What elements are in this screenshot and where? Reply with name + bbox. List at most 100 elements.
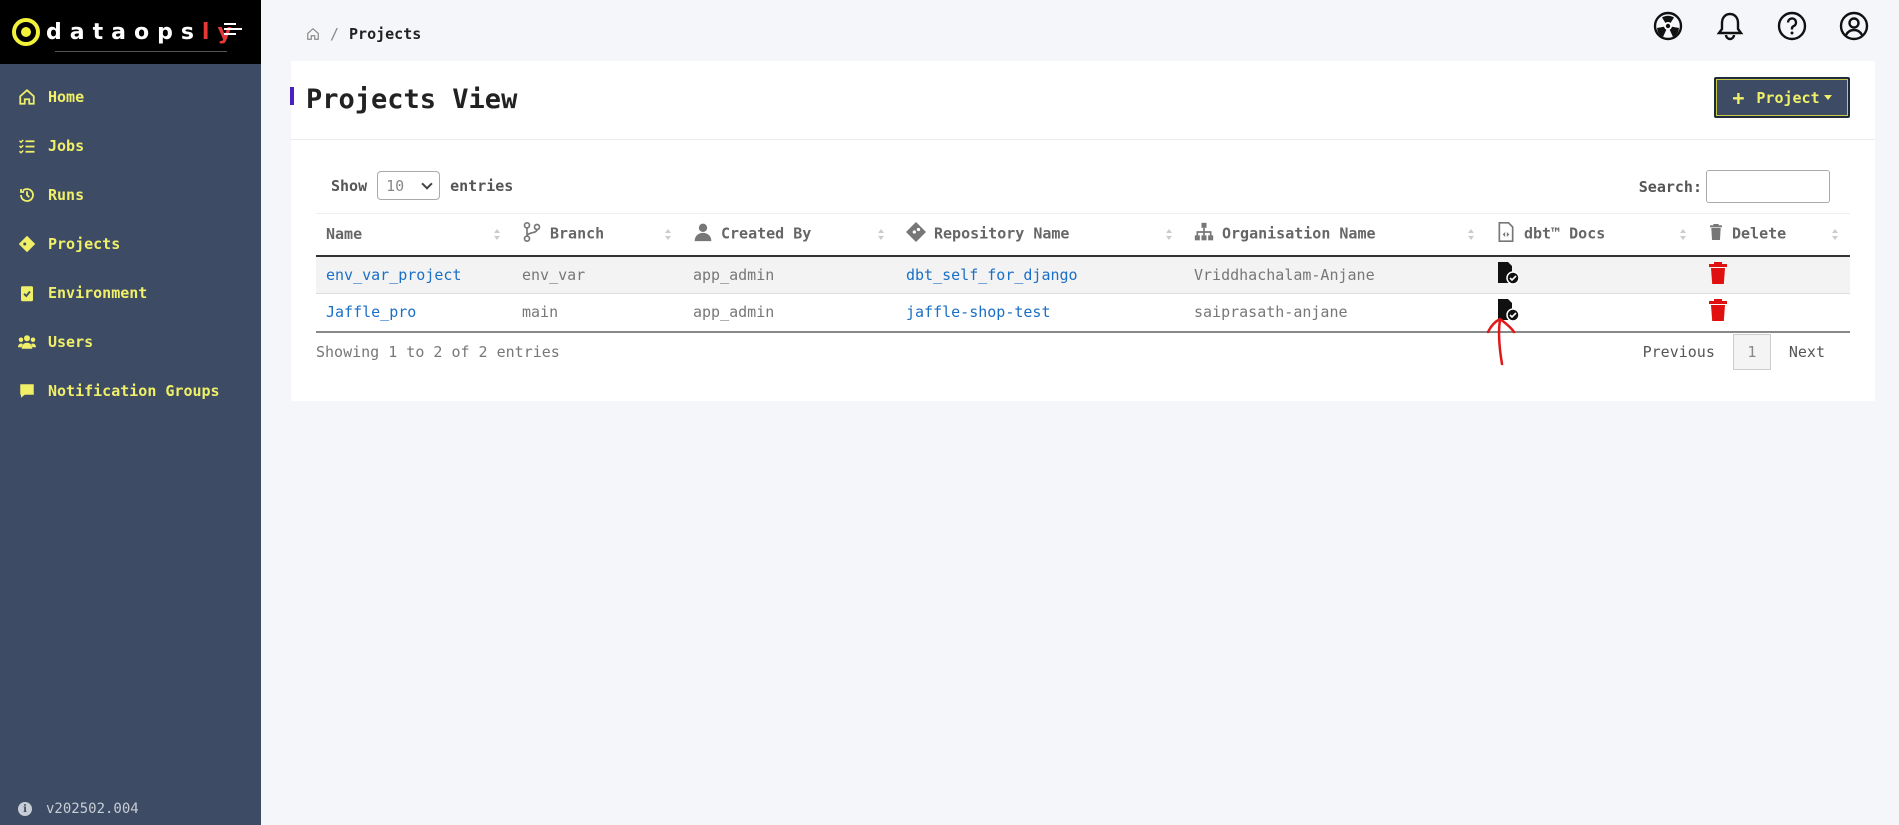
project-link[interactable]: Jaffle_pro xyxy=(326,303,416,321)
dbt-docs-icon[interactable] xyxy=(1496,261,1520,285)
previous-button[interactable]: Previous xyxy=(1631,343,1727,361)
column-label: Organisation Name xyxy=(1222,224,1376,243)
radiation-icon[interactable] xyxy=(1653,11,1683,41)
sidebar-item-home[interactable]: Home xyxy=(0,72,261,121)
trash-icon xyxy=(1708,223,1724,245)
brand-name: dataopsly xyxy=(46,19,240,45)
cell-organisation: Vriddhachalam-Anjane xyxy=(1184,255,1486,294)
cell-repository: jaffle-shop-test xyxy=(896,293,1184,333)
cell-organisation: saiprasath-anjane xyxy=(1184,293,1486,333)
cell-branch: env_var xyxy=(512,255,683,294)
users-icon xyxy=(18,333,36,351)
cell-name: env_var_project xyxy=(316,255,512,294)
column-label: Created By xyxy=(721,224,812,243)
git-icon xyxy=(906,222,926,246)
column-header-name[interactable]: Name xyxy=(316,213,512,257)
user-icon xyxy=(693,222,713,246)
column-header-branch[interactable]: Branch xyxy=(512,213,683,257)
sidebar-item-projects[interactable]: Projects xyxy=(0,219,261,268)
sidebar-item-label: Runs xyxy=(48,185,85,204)
column-header-organisation-name[interactable]: Organisation Name xyxy=(1184,213,1486,257)
cell-name: Jaffle_pro xyxy=(316,293,512,333)
header-actions xyxy=(1653,11,1869,41)
entries-label: entries xyxy=(450,176,514,195)
column-label: Delete xyxy=(1732,224,1787,243)
repository-link[interactable]: jaffle-shop-test xyxy=(906,303,1051,321)
pagination: Previous 1 Next xyxy=(1631,334,1837,370)
cell-created-by: app_admin xyxy=(683,255,896,294)
table-row: env_var_project env_var app_admin dbt_se… xyxy=(316,255,1850,294)
page-button[interactable]: 1 xyxy=(1732,334,1771,370)
clipboard-check-icon xyxy=(18,284,36,302)
column-label: Branch xyxy=(550,224,605,243)
table-row: Jaffle_pro main app_admin jaffle-shop-te… xyxy=(316,293,1850,333)
sidebar-item-environment[interactable]: Environment xyxy=(0,268,261,317)
cell-delete xyxy=(1698,293,1850,333)
sort-icon xyxy=(1166,229,1172,241)
list-check-icon xyxy=(18,137,36,155)
projects-table: Name Branch Created By Repository Name O… xyxy=(316,213,1850,333)
cell-branch: main xyxy=(512,293,683,333)
search-input[interactable] xyxy=(1706,170,1830,203)
breadcrumb-separator: / xyxy=(330,25,340,43)
breadcrumb-current: Projects xyxy=(349,25,422,43)
sort-icon xyxy=(494,229,500,241)
info-icon: i xyxy=(18,802,32,816)
plus-icon: + xyxy=(1732,85,1745,110)
show-label: Show xyxy=(331,176,368,195)
dbt-docs-icon[interactable] xyxy=(1496,298,1520,322)
search-label: Search: xyxy=(1638,177,1702,196)
cell-repository: dbt_self_for_django xyxy=(896,255,1184,294)
breadcrumb-home-icon[interactable] xyxy=(306,27,320,41)
sitemap-icon xyxy=(1194,222,1214,246)
delete-icon[interactable] xyxy=(1708,299,1728,322)
cell-created-by: app_admin xyxy=(683,293,896,333)
column-header-created-by[interactable]: Created By xyxy=(683,213,896,257)
column-label: dbt™ Docs xyxy=(1524,224,1606,243)
brand-bar: dataopsly xyxy=(0,0,261,64)
home-icon xyxy=(18,88,36,106)
sidebar-item-jobs[interactable]: Jobs xyxy=(0,121,261,170)
help-icon[interactable] xyxy=(1777,11,1807,41)
table-header-row: Name Branch Created By Repository Name O… xyxy=(316,213,1850,257)
sidebar-item-label: Users xyxy=(48,332,94,351)
code-branch-icon xyxy=(522,222,542,246)
column-header-repository-name[interactable]: Repository Name xyxy=(896,213,1184,257)
column-header-dbt-docs[interactable]: dbt™ Docs xyxy=(1486,213,1698,257)
app-version: i v202502.004 xyxy=(18,801,139,817)
user-circle-icon[interactable] xyxy=(1839,11,1869,41)
brand-logo[interactable]: dataopsly xyxy=(12,18,240,46)
next-button[interactable]: Next xyxy=(1777,343,1837,361)
search-control: Search: xyxy=(1639,170,1830,203)
chevron-down-icon xyxy=(421,178,433,190)
column-header-delete[interactable]: Delete xyxy=(1698,213,1850,257)
add-project-label: Project xyxy=(1756,88,1820,107)
sort-icon xyxy=(665,229,671,241)
sidebar-item-label: Jobs xyxy=(48,136,85,155)
add-project-button[interactable]: + Project xyxy=(1714,77,1850,118)
sidebar-item-users[interactable]: Users xyxy=(0,317,261,366)
sidebar-item-label: Home xyxy=(48,87,85,106)
column-label: Repository Name xyxy=(934,224,1070,243)
comment-icon xyxy=(18,382,36,400)
delete-icon[interactable] xyxy=(1708,261,1728,284)
brand-divider xyxy=(55,51,227,52)
entries-value: 10 xyxy=(386,176,405,195)
sidebar-item-label: Notification Groups xyxy=(48,381,220,400)
sidebar-item-notification-groups[interactable]: Notification Groups xyxy=(0,366,261,415)
entries-select[interactable]: 10 xyxy=(377,171,441,200)
cell-delete xyxy=(1698,255,1850,294)
breadcrumb: / Projects xyxy=(306,25,421,43)
logo-mark-icon xyxy=(12,18,40,46)
column-label: Name xyxy=(326,225,363,244)
sidebar-item-label: Environment xyxy=(48,283,148,302)
project-link[interactable]: env_var_project xyxy=(326,266,461,284)
sidebar: dataopsly Home Jobs Runs Projects Enviro… xyxy=(0,0,261,825)
sidebar-toggle-icon[interactable] xyxy=(224,23,242,39)
sort-icon xyxy=(1468,229,1474,241)
page-title: Projects View xyxy=(306,84,518,115)
bell-icon[interactable] xyxy=(1715,11,1745,41)
title-accent xyxy=(290,87,294,105)
repository-link[interactable]: dbt_self_for_django xyxy=(906,266,1078,284)
sidebar-item-runs[interactable]: Runs xyxy=(0,170,261,219)
